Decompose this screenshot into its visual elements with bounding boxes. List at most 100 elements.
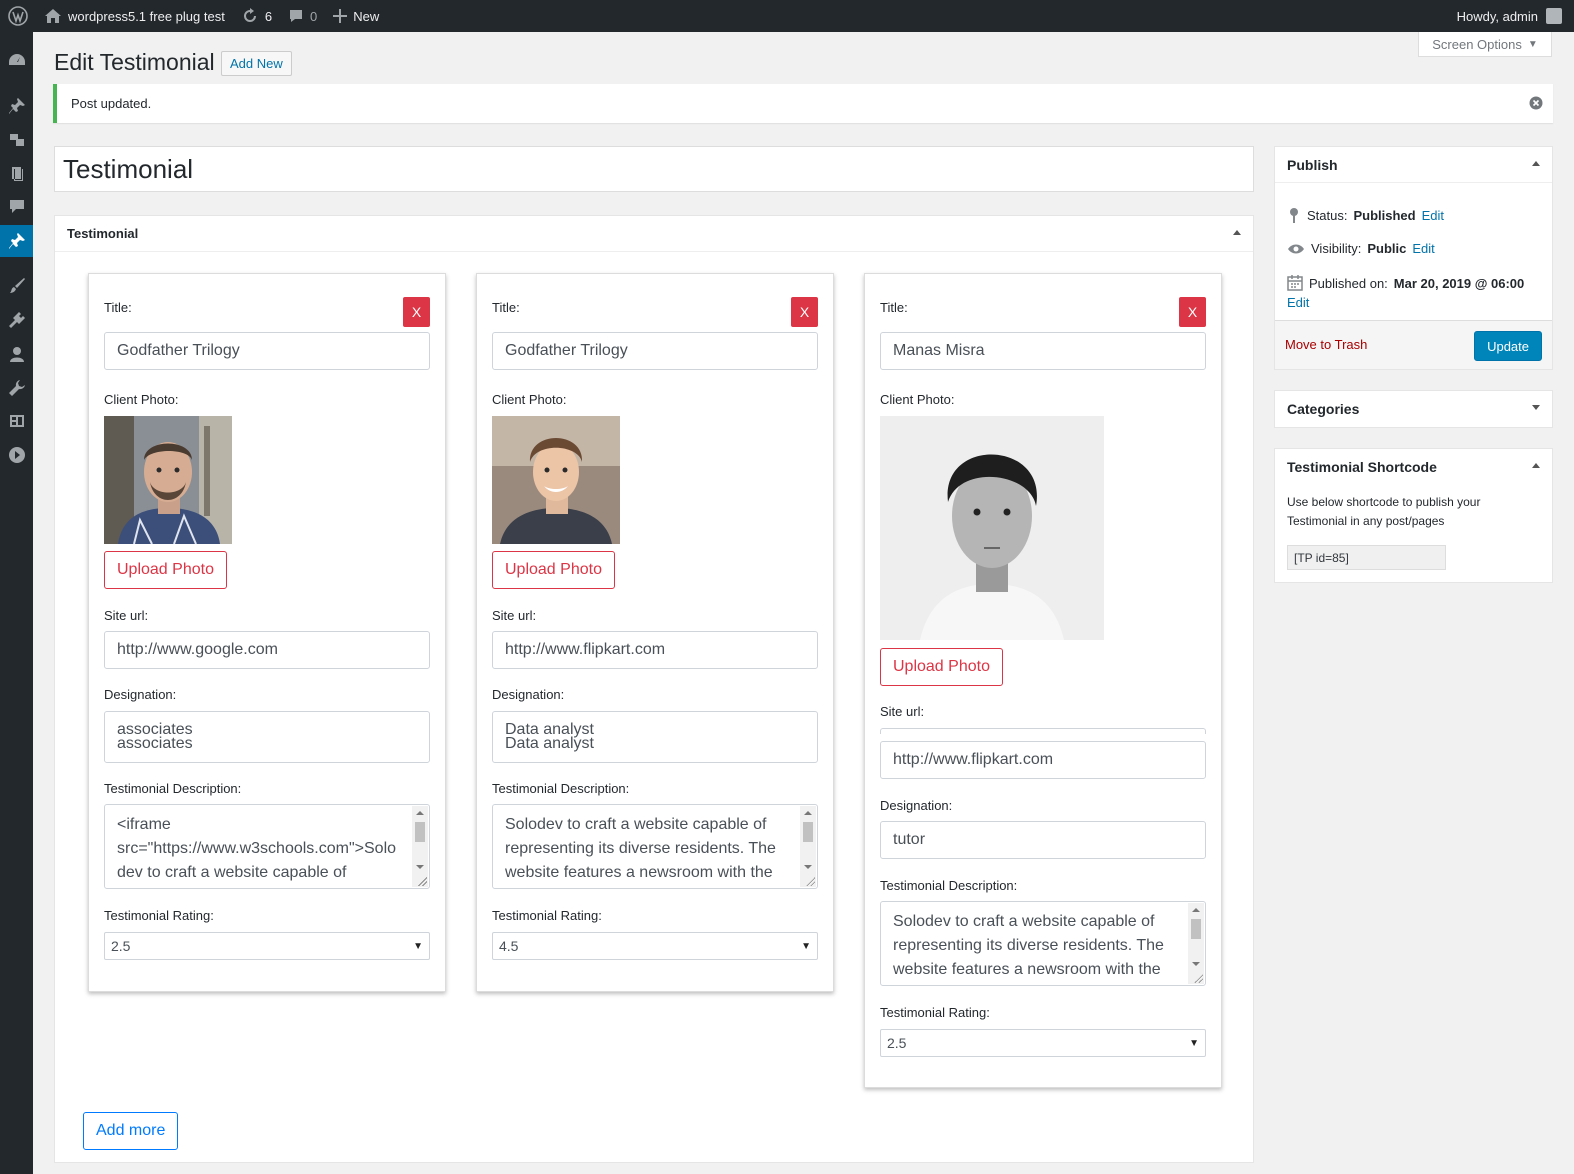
add-new-button[interactable]: Add New [221,51,292,76]
dismiss-icon[interactable] [1529,96,1543,110]
updates-link[interactable]: 6 [233,0,280,32]
settings-icon[interactable] [0,405,33,437]
media-icon[interactable] [0,124,33,156]
site-url-label: Site url: [880,704,925,719]
description-label: Testimonial Description: [492,781,630,796]
title-input[interactable]: Manas Misra [880,332,1206,370]
notice-text: Post updated. [71,96,152,111]
site-url-input[interactable]: http://www.flipkart.com [880,741,1206,779]
categories-header[interactable]: Categories [1275,391,1552,427]
upload-photo-button[interactable]: Upload Photo [492,551,615,589]
appearance-brush-icon[interactable] [0,270,33,302]
collapse-menu-icon[interactable] [0,439,33,471]
description-textarea[interactable]: Solodev to craft a website capable of re… [880,901,1206,986]
edit-visibility-link[interactable]: Edit [1412,241,1434,256]
edit-date-link[interactable]: Edit [1287,295,1309,310]
textarea-scrollbar[interactable] [800,806,816,887]
site-name-link[interactable]: wordpress5.1 free plug test [36,0,233,32]
resize-grip-icon[interactable] [805,876,815,886]
rating-select[interactable]: 4.5 ▼ [492,932,818,960]
title-input[interactable]: Godfather Trilogy [492,332,818,370]
designation-label: Designation: [880,798,953,813]
collapse-toggle-icon[interactable] [1532,161,1540,166]
tools-wrench-icon[interactable] [0,372,33,404]
designation-label: Designation: [492,687,565,702]
description-textarea[interactable]: <iframe src="https://www.w3schools.com">… [104,804,430,889]
edit-status-link[interactable]: Edit [1422,208,1444,223]
resize-grip-icon[interactable] [1193,973,1203,983]
posts-pin-icon[interactable] [0,90,33,122]
rating-label: Testimonial Rating: [104,908,214,923]
rating-select[interactable]: 2.5 ▼ [104,932,430,960]
rating-select[interactable]: 2.5 ▼ [880,1029,1206,1057]
avatar [1546,8,1562,24]
upload-photo-button[interactable]: Upload Photo [104,551,227,589]
content-area: Screen Options ▼ Edit Testimonial Add Ne… [33,32,1574,1174]
description-textarea[interactable]: Solodev to craft a website capable of re… [492,804,818,889]
title-input[interactable]: Godfather Trilogy [104,332,430,370]
site-url-input[interactable]: http://www.google.com [104,631,430,669]
users-icon[interactable] [0,338,33,370]
testimonial-card: Title: X Godfather Trilogy Client Photo:… [476,273,834,992]
published-row: Published on: Mar 20, 2019 @ 06:00 [1287,275,1524,291]
move-to-trash-link[interactable]: Move to Trash [1285,337,1367,352]
remove-card-button[interactable]: X [791,297,818,327]
testimonial-metabox: Testimonial Title: X Godfather Trilogy C… [54,215,1254,1163]
description-line: Solodev to craft a website capable of [505,816,767,833]
upload-photo-button[interactable]: Upload Photo [880,648,1003,686]
client-photo-label: Client Photo: [104,392,179,407]
rating-value: 4.5 [499,938,519,954]
designation-input[interactable]: Data analyst Data analyst [492,711,818,763]
description-line: website features a newsroom with the [505,864,773,881]
designation-input[interactable]: associates associates [104,711,430,763]
client-photo [880,416,1104,640]
remove-card-button[interactable]: X [403,297,430,327]
select-caret-icon: ▼ [801,941,811,952]
screen-options-button[interactable]: Screen Options ▼ [1418,32,1552,57]
plugins-icon[interactable] [0,304,33,336]
categories-box: Categories [1274,390,1553,428]
update-button[interactable]: Update [1474,331,1542,361]
published-value: Mar 20, 2019 @ 06:00 [1393,275,1525,291]
dropdown-arrow-icon: ▼ [1527,38,1538,50]
edit-date-row: Edit [1287,295,1309,310]
pages-icon[interactable] [0,158,33,190]
testimonial-card: Title: X Manas Misra Client Photo: Uploa… [864,273,1222,1088]
visibility-row: Visibility: Public Edit [1287,241,1435,256]
description-line: website features a newsroom with the [893,961,1161,978]
add-more-button[interactable]: Add more [83,1112,179,1150]
greeting: Howdy, admin [1456,8,1538,24]
expand-toggle-icon[interactable] [1532,405,1540,410]
textarea-scrollbar[interactable] [1188,903,1204,984]
wordpress-logo-icon[interactable] [0,0,36,32]
dashboard-icon[interactable] [0,44,33,76]
resize-grip-icon[interactable] [417,876,427,886]
categories-title: Categories [1287,401,1360,417]
page-title: Edit Testimonial [54,49,215,75]
shortcode-header[interactable]: Testimonial Shortcode [1275,449,1552,485]
site-url-input[interactable]: http://www.flipkart.com [492,631,818,669]
title-label: Title: [104,300,132,315]
designation-input[interactable]: tutor [880,821,1206,859]
visibility-value: Public [1367,241,1407,256]
remove-card-button[interactable]: X [1179,297,1206,327]
collapse-toggle-icon[interactable] [1233,230,1241,235]
metabox-title: Testimonial [67,226,139,241]
post-title-input[interactable]: Testimonial [54,146,1254,192]
comments-icon[interactable] [0,190,33,222]
textarea-scrollbar[interactable] [412,806,428,887]
description-label: Testimonial Description: [880,878,1018,893]
rating-value: 2.5 [887,1035,907,1051]
comment-icon [290,10,303,22]
published-label: Published on: [1309,275,1388,291]
publish-header[interactable]: Publish [1275,147,1552,183]
description-label: Testimonial Description: [104,781,242,796]
testimonial-menu-icon[interactable] [0,225,33,257]
publish-actions: Move to Trash Update [1275,320,1552,369]
metabox-header[interactable]: Testimonial [55,216,1253,252]
collapse-toggle-icon[interactable] [1532,463,1540,468]
comments-link[interactable]: 0 [280,0,325,32]
shortcode-field[interactable]: [TP id=85] [1287,545,1446,570]
my-account[interactable]: Howdy, admin [1457,0,1562,32]
new-content-link[interactable]: New [325,0,387,32]
